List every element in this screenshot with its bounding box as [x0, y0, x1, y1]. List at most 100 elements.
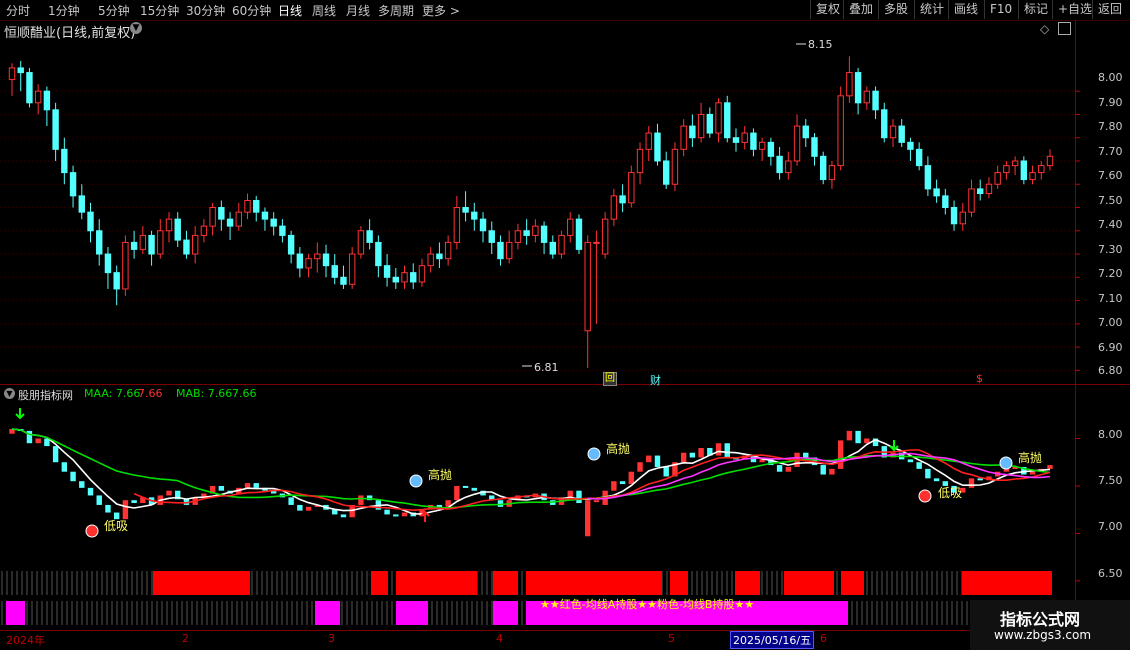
candle-body — [113, 272, 120, 290]
indicator-candle — [584, 500, 591, 537]
indicator-candle — [925, 468, 931, 479]
candle-body — [26, 72, 33, 104]
watermark-title: 指标公式网 — [1000, 610, 1081, 629]
indicator-candle — [829, 468, 835, 475]
band-red-segment — [153, 571, 250, 595]
candle-body — [645, 132, 652, 150]
candle-body — [889, 125, 897, 139]
indicator-candle — [288, 497, 294, 505]
indicator-candle — [1029, 471, 1036, 475]
indicator-candle — [916, 462, 922, 469]
signal-ball — [587, 447, 601, 461]
indicator-candle — [35, 438, 41, 444]
indicator-candle — [105, 504, 111, 513]
candle-body — [689, 125, 696, 139]
candle-body — [43, 90, 51, 111]
indicator-candle — [715, 443, 722, 456]
candle-body — [767, 141, 775, 157]
indicator-candle — [637, 462, 643, 472]
indicator-candle — [785, 466, 792, 472]
candle-body — [314, 253, 321, 260]
finance-marker[interactable]: 财 — [650, 372, 661, 388]
chevron-down-icon[interactable]: ▼ — [4, 388, 15, 399]
dividend-marker[interactable]: $ — [976, 372, 983, 385]
indicator-candle — [131, 500, 137, 504]
candle-body — [69, 172, 77, 197]
indicator-candle — [332, 509, 338, 515]
candle-body — [427, 253, 434, 267]
candle-body — [863, 90, 871, 104]
indicator-candle — [70, 471, 76, 482]
candle-body — [1046, 155, 1054, 167]
candle-body — [994, 172, 1001, 185]
candle-body — [209, 207, 216, 227]
band-red-segment — [371, 571, 388, 595]
candle-body — [218, 207, 225, 220]
candle-body — [654, 132, 661, 162]
candle-body — [296, 253, 304, 269]
band-red-segment — [493, 571, 518, 595]
candle-body — [985, 183, 993, 195]
indicator-candle — [454, 485, 460, 501]
indicator-candle — [724, 443, 730, 458]
signal-sell-label: 高抛 — [428, 468, 453, 482]
event-marker[interactable]: 回 — [603, 372, 617, 386]
time-label: 2 — [182, 632, 189, 645]
indicator-candle — [1047, 465, 1053, 469]
indicator-candle — [96, 495, 102, 505]
indicator-candle — [776, 465, 783, 472]
band-pink-segment — [493, 601, 518, 625]
candle-body — [497, 241, 504, 260]
band-pink-segment — [315, 601, 340, 625]
band-red-segment — [526, 571, 662, 595]
candle-body — [628, 172, 635, 204]
candle-body — [758, 141, 766, 150]
candle-body — [61, 148, 68, 174]
candle-body — [165, 218, 173, 232]
candle-body — [17, 67, 24, 74]
up-arrow-icon — [420, 510, 430, 522]
chart-canvas[interactable] — [0, 0, 1130, 650]
candle-body — [488, 230, 495, 243]
candle-body — [820, 155, 827, 181]
candle-body — [410, 272, 417, 283]
candle-body — [1029, 172, 1036, 181]
candle-body — [732, 137, 740, 143]
candle-body — [540, 225, 548, 243]
candle-body — [226, 218, 234, 227]
signal-ball — [999, 456, 1013, 470]
candle-body — [1003, 165, 1010, 174]
candle-body — [348, 253, 356, 285]
time-label: 3 — [328, 632, 335, 645]
candle-body — [401, 272, 408, 283]
indicator-candle — [654, 455, 661, 467]
indicator-candle — [907, 459, 914, 463]
candle-body — [750, 132, 757, 150]
candle-body — [279, 225, 286, 236]
candle-body — [235, 211, 242, 227]
candle-body — [462, 207, 469, 213]
candle-body — [200, 225, 208, 236]
candle-body — [340, 276, 347, 285]
indicator-candle — [52, 446, 59, 463]
indicator-candle — [628, 471, 635, 485]
candle-body — [514, 230, 522, 243]
candle-body — [811, 137, 818, 157]
indicator-candle — [401, 512, 408, 517]
indicator-candle — [855, 430, 861, 444]
indicator-candle — [698, 447, 704, 458]
indicator-candle — [968, 478, 975, 488]
candle-body — [924, 165, 932, 190]
band-pink-segment — [396, 601, 428, 625]
candle-body — [776, 155, 783, 174]
signal-buy-label: 低吸 — [104, 519, 129, 533]
candle-body — [191, 234, 199, 255]
candle-body — [837, 95, 844, 167]
candle-body — [968, 188, 975, 213]
indicator-candle — [820, 465, 826, 475]
candle-body — [532, 225, 539, 236]
time-label: 4 — [496, 632, 503, 645]
indicator-candle — [384, 509, 390, 515]
candle-body — [1011, 160, 1019, 167]
candle-body — [375, 241, 382, 267]
